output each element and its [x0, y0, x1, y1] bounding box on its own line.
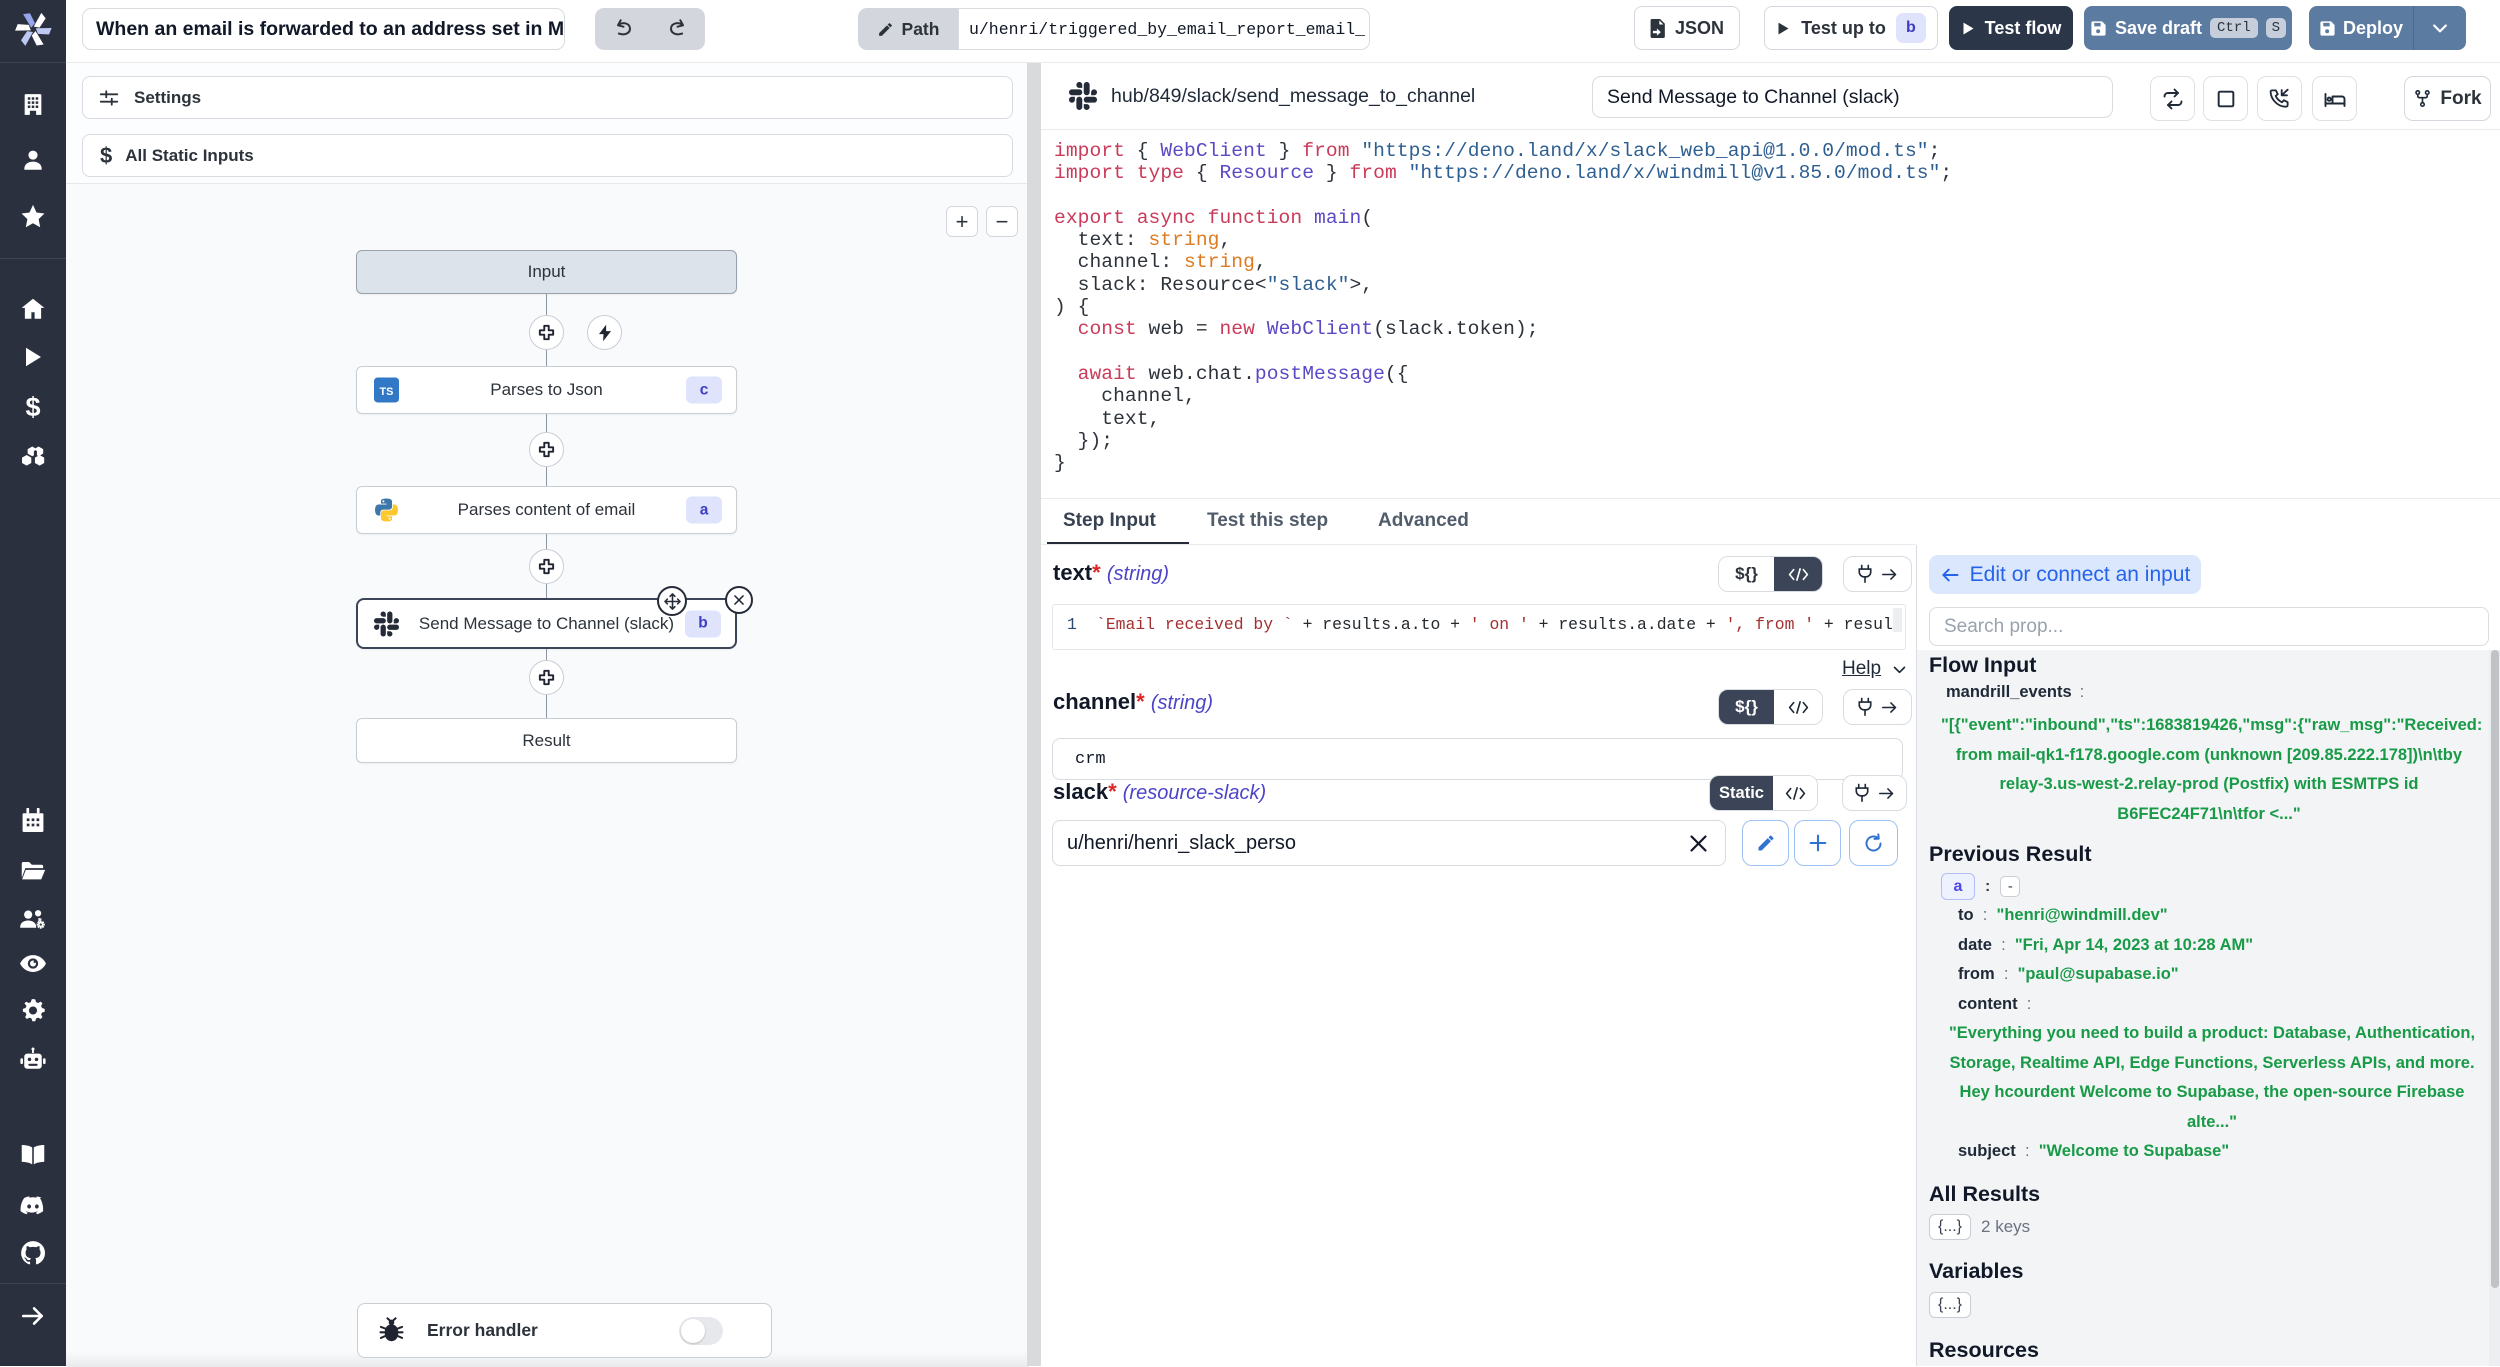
svg-text:TS: TS	[380, 386, 394, 398]
